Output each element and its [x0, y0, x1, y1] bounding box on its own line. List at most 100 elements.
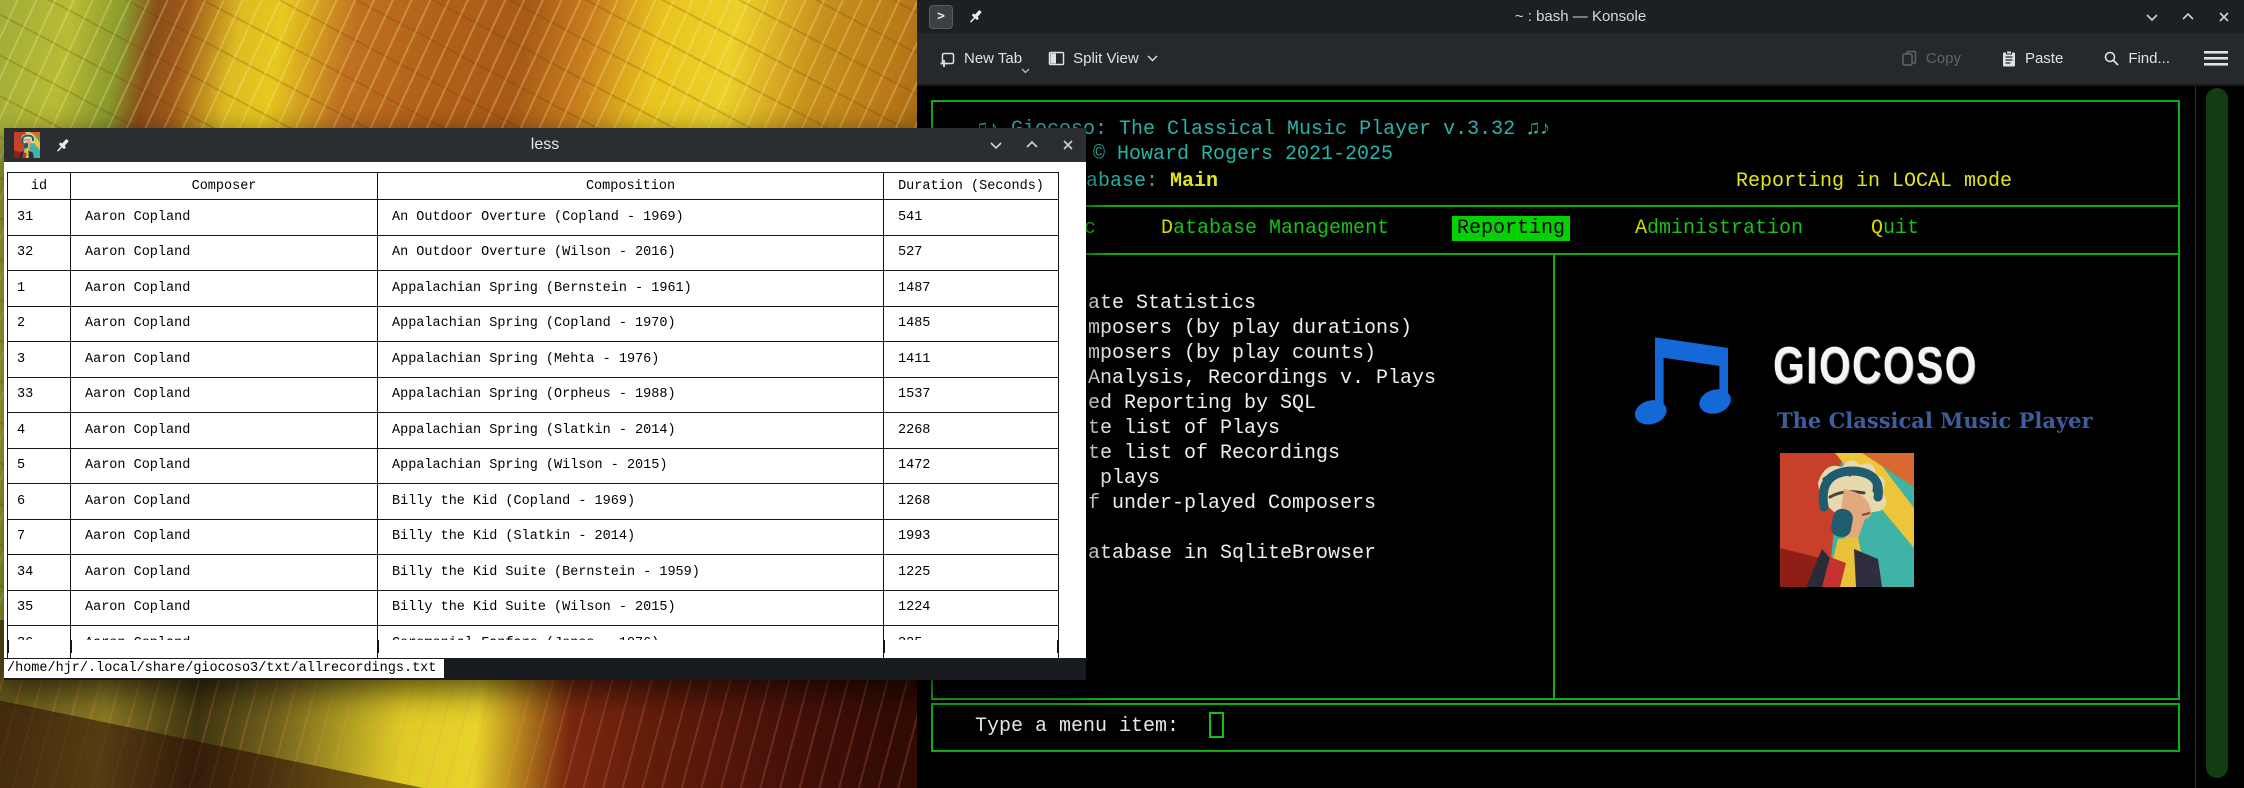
maximize-icon[interactable]	[2180, 9, 2196, 25]
database-value: Main	[1170, 170, 1218, 193]
menu-list-item-clipped: plays	[1088, 466, 1436, 491]
table-cell: 5	[8, 448, 71, 484]
table-cell: An Outdoor Overture (Wilson - 2016)	[378, 235, 884, 271]
column-header-composition: Composition	[378, 173, 884, 200]
search-icon	[2103, 50, 2120, 67]
table-cell: 527	[884, 235, 1059, 271]
new-tab-icon	[939, 50, 956, 67]
database-line: abase: Main	[1086, 170, 1218, 193]
menu-list-item-clipped	[1088, 516, 1436, 541]
terminal-screen[interactable]: ♫♪ Giocoso: The Classical Music Player v…	[917, 86, 2244, 788]
recordings-table-body: 31Aaron CoplandAn Outdoor Overture (Copl…	[8, 200, 1059, 662]
menu-item-reporting-selected[interactable]: Reporting	[1452, 217, 1570, 240]
pin-icon[interactable]	[54, 137, 71, 154]
less-titlebar[interactable]: less	[4, 128, 1086, 162]
table-cell: Appalachian Spring (Orpheus - 1988)	[378, 377, 884, 413]
table-cell: 1225	[884, 555, 1059, 591]
split-view-label: Split View	[1073, 50, 1139, 67]
menu-item-database-management[interactable]: Database Management	[1161, 217, 1389, 240]
table-cell: Aaron Copland	[71, 519, 378, 555]
table-cell: 1268	[884, 484, 1059, 520]
table-cell: 1472	[884, 448, 1059, 484]
minimize-icon[interactable]	[988, 137, 1004, 153]
pin-icon[interactable]	[967, 8, 984, 25]
menu-item-label: Reporting	[1452, 216, 1570, 241]
paste-label: Paste	[2025, 50, 2063, 67]
table-row: 6Aaron CoplandBilly the Kid (Copland - 1…	[8, 484, 1059, 520]
database-label-clipped: abase:	[1086, 170, 1170, 193]
reporting-menu-list: ate Statisticsmposers (by play durations…	[1088, 291, 1436, 566]
menu-item-quit[interactable]: Quit	[1871, 217, 1919, 240]
menu-list-item-clipped: atabase in SqliteBrowser	[1088, 541, 1436, 566]
new-tab-label: New Tab	[964, 50, 1022, 67]
table-row: 2Aaron CoplandAppalachian Spring (Coplan…	[8, 306, 1059, 342]
table-cell: 33	[8, 377, 71, 413]
split-view-icon	[1048, 51, 1065, 66]
find-button[interactable]: Find...	[2097, 42, 2176, 75]
terminal-cursor[interactable]	[1209, 712, 1224, 738]
table-cell: 3	[8, 342, 71, 378]
table-row: 7Aaron CoplandBilly the Kid (Slatkin - 2…	[8, 519, 1059, 555]
table-cell: Aaron Copland	[71, 235, 378, 271]
table-cell: 1224	[884, 590, 1059, 626]
table-cell: 32	[8, 235, 71, 271]
table-cell: 541	[884, 200, 1059, 236]
minimize-icon[interactable]	[2144, 9, 2160, 25]
table-cell: 1993	[884, 519, 1059, 555]
table-cell: 2	[8, 306, 71, 342]
hotkey-letter: D	[1161, 217, 1173, 240]
close-icon[interactable]	[2216, 9, 2232, 25]
menu-list-item-clipped: mposers (by play counts)	[1088, 341, 1436, 366]
new-tab-button[interactable]: New Tab	[933, 42, 1028, 75]
table-cell: Aaron Copland	[71, 377, 378, 413]
paste-icon	[2001, 50, 2017, 68]
table-cell: Aaron Copland	[71, 306, 378, 342]
tui-column-divider	[1553, 253, 1555, 700]
menu-list-item-clipped: mposers (by play durations)	[1088, 316, 1436, 341]
copy-button[interactable]: Copy	[1895, 42, 1967, 75]
table-cell: Aaron Copland	[71, 484, 378, 520]
menu-list-item-clipped: Analysis, Recordings v. Plays	[1088, 366, 1436, 391]
split-view-button[interactable]: Split View	[1042, 42, 1164, 75]
window-title: ~ : bash — Konsole	[917, 8, 2244, 25]
menu-list-item-clipped: te list of Recordings	[1088, 441, 1436, 466]
table-cell: 1537	[884, 377, 1059, 413]
table-cell: 1487	[884, 271, 1059, 307]
table-row: 5Aaron CoplandAppalachian Spring (Wilson…	[8, 448, 1059, 484]
table-cell: Aaron Copland	[71, 413, 378, 449]
table-cell: Billy the Kid (Slatkin - 2014)	[378, 519, 884, 555]
hamburger-menu-icon[interactable]	[2204, 50, 2228, 67]
menu-item-administration[interactable]: Administration	[1635, 217, 1803, 240]
reporting-mode-label: Reporting in LOCAL mode	[1736, 170, 2012, 193]
table-cell: 1	[8, 271, 71, 307]
less-content[interactable]: id Composer Composition Duration (Second…	[4, 162, 1086, 680]
table-row: 4Aaron CoplandAppalachian Spring (Slatki…	[8, 413, 1059, 449]
table-cell: 7	[8, 519, 71, 555]
menu-list-item-clipped: ed Reporting by SQL	[1088, 391, 1436, 416]
menu-item-label: dministration	[1647, 217, 1803, 240]
table-cell: 6	[8, 484, 71, 520]
table-cell: 31	[8, 200, 71, 236]
close-icon[interactable]	[1060, 137, 1076, 153]
table-cell: Aaron Copland	[71, 342, 378, 378]
less-app-icon	[14, 132, 40, 158]
table-row: 32Aaron CoplandAn Outdoor Overture (Wils…	[8, 235, 1059, 271]
table-cell: 1411	[884, 342, 1059, 378]
less-status-bar: /home/hjr/.local/share/giocoso3/txt/allr…	[4, 658, 1086, 680]
recordings-table: id Composer Composition Duration (Second…	[7, 172, 1059, 662]
table-cell: Aaron Copland	[71, 590, 378, 626]
table-cell: Billy the Kid Suite (Bernstein - 1959)	[378, 555, 884, 591]
copy-label: Copy	[1926, 50, 1961, 67]
paste-button[interactable]: Paste	[1995, 42, 2069, 76]
konsole-titlebar[interactable]: > ~ : bash — Konsole	[917, 0, 2244, 33]
maximize-icon[interactable]	[1024, 137, 1040, 153]
konsole-toolbar: New Tab Split View Copy	[917, 33, 2244, 86]
table-row: 3Aaron CoplandAppalachian Spring (Mehta …	[8, 342, 1059, 378]
copy-icon	[1901, 50, 1918, 67]
table-cell: Appalachian Spring (Mehta - 1976)	[378, 342, 884, 378]
find-label: Find...	[2128, 50, 2170, 67]
table-cell: Appalachian Spring (Slatkin - 2014)	[378, 413, 884, 449]
scrollbar-thumb[interactable]	[2206, 88, 2228, 778]
window-title: less	[4, 136, 1086, 154]
menu-list-item-clipped: f under-played Composers	[1088, 491, 1436, 516]
